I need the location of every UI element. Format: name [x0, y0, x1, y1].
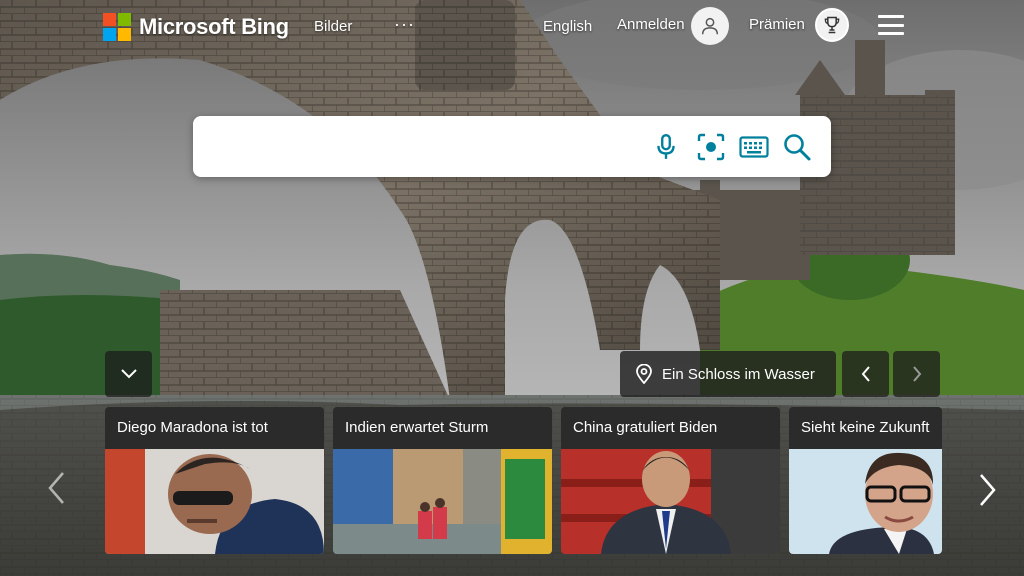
news-card-title: Indien erwartet Sturm	[333, 407, 552, 449]
keyboard-icon[interactable]	[739, 132, 769, 162]
news-card-image	[561, 449, 780, 554]
user-icon	[701, 17, 719, 35]
chevron-right-icon	[912, 366, 921, 382]
news-card-title: Sieht keine Zukunft	[789, 407, 942, 449]
news-card-india-storm[interactable]: Indien erwartet Sturm	[333, 407, 552, 554]
language-link[interactable]: English	[543, 18, 592, 35]
chevron-down-icon	[120, 369, 137, 379]
news-card-no-future[interactable]: Sieht keine Zukunft	[789, 407, 942, 554]
more-menu-button[interactable]: ···	[394, 14, 415, 35]
chevron-right-icon	[980, 474, 996, 506]
visual-search-icon[interactable]	[696, 132, 726, 162]
brand-name: Microsoft Bing	[139, 14, 289, 39]
collapse-feed-button[interactable]	[105, 351, 152, 397]
previous-image-button[interactable]	[842, 351, 889, 397]
chevron-left-icon	[861, 366, 870, 382]
user-avatar-button[interactable]	[691, 7, 729, 45]
rewards-button[interactable]	[815, 8, 849, 42]
microphone-icon[interactable]	[651, 132, 681, 162]
bing-logo[interactable]: Microsoft Bing	[103, 12, 289, 42]
search-input[interactable]	[213, 130, 647, 164]
news-card-image	[105, 449, 324, 554]
news-card-title: China gratuliert Biden	[561, 407, 780, 449]
next-image-button[interactable]	[893, 351, 940, 397]
location-pin-icon	[636, 364, 652, 384]
microsoft-logo-icon	[103, 13, 131, 41]
news-next-arrow[interactable]	[978, 472, 998, 518]
news-card-image	[333, 449, 552, 554]
chevron-left-icon	[48, 472, 64, 504]
trophy-icon	[824, 16, 840, 34]
search-box	[193, 116, 831, 177]
search-icon[interactable]	[782, 132, 812, 162]
news-card-maradona[interactable]: Diego Maradona ist tot	[105, 407, 324, 554]
news-card-image	[789, 449, 942, 554]
image-location-label: Ein Schloss im Wasser	[662, 365, 815, 383]
rewards-link[interactable]: Prämien	[749, 16, 805, 33]
news-card-title: Diego Maradona ist tot	[105, 407, 324, 449]
news-card-china-biden[interactable]: China gratuliert Biden	[561, 407, 780, 554]
image-info-button[interactable]: Ein Schloss im Wasser	[620, 351, 836, 397]
sign-in-link[interactable]: Anmelden	[617, 16, 685, 33]
news-prev-arrow[interactable]	[46, 470, 66, 516]
hamburger-menu-icon[interactable]	[878, 15, 904, 35]
images-link[interactable]: Bilder	[314, 18, 352, 35]
